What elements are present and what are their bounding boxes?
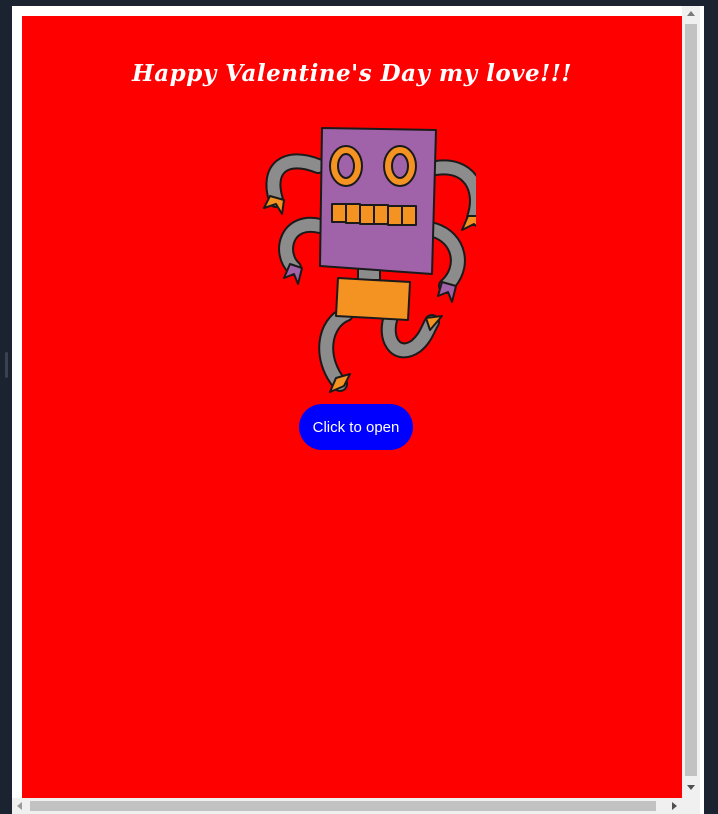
robot-illustration xyxy=(263,127,476,393)
browser-frame: Happy Valentine's Day my love!!! Click t… xyxy=(12,6,704,814)
page-viewport: Happy Valentine's Day my love!!! Click t… xyxy=(22,16,682,798)
scroll-left-arrow-icon[interactable] xyxy=(17,802,22,810)
robot-torso xyxy=(335,277,411,321)
open-button[interactable]: Click to open xyxy=(299,404,413,450)
scroll-up-arrow-icon[interactable] xyxy=(687,11,695,16)
robot-claw-right-upper xyxy=(461,215,476,231)
horizontal-scrollbar[interactable] xyxy=(12,798,682,814)
horizontal-scroll-thumb[interactable] xyxy=(30,801,656,811)
page-title: Happy Valentine's Day my love!!! xyxy=(132,60,572,87)
vertical-scrollbar[interactable] xyxy=(682,6,700,798)
left-window-edge xyxy=(0,0,12,814)
vertical-scroll-thumb[interactable] xyxy=(685,24,697,776)
scrollbar-corner xyxy=(682,798,700,814)
robot-mouth xyxy=(331,203,417,226)
robot-claw-left-upper xyxy=(263,195,285,215)
robot-claw-right-lower xyxy=(437,281,457,303)
scroll-down-arrow-icon[interactable] xyxy=(687,785,695,790)
scroll-right-arrow-icon[interactable] xyxy=(672,802,677,810)
resize-handle[interactable] xyxy=(5,352,8,378)
